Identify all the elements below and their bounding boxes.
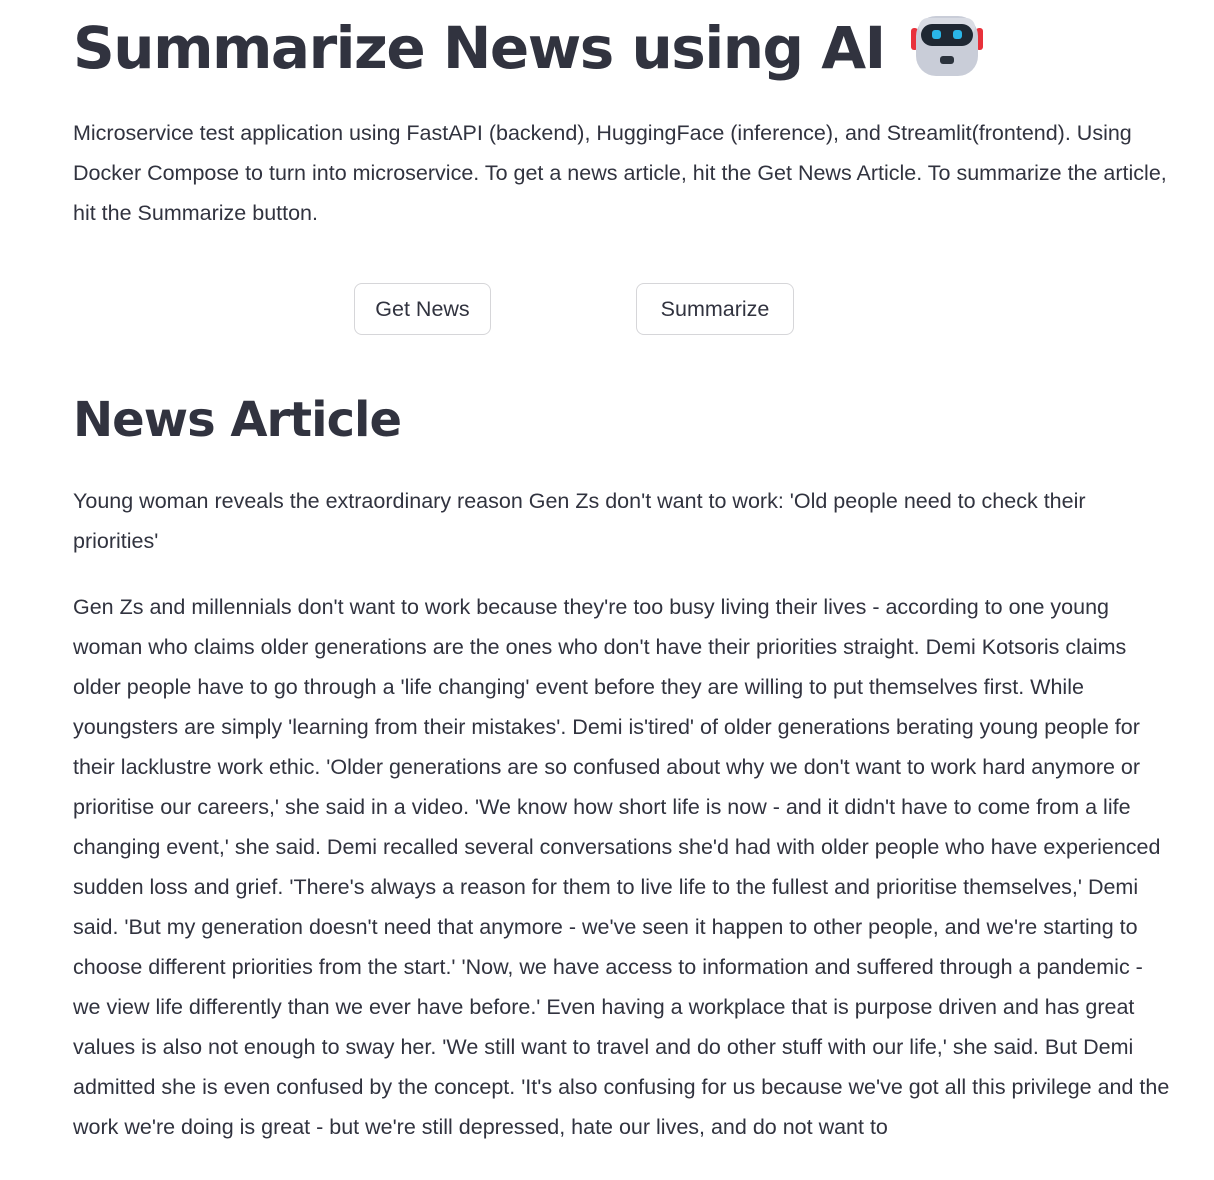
intro-description: Microservice test application using Fast… [73,121,1167,225]
article-body: Gen Zs and millennials don't want to wor… [73,595,1170,1139]
title-row: Summarize News using AI [73,8,983,88]
get-news-button[interactable]: Get News [354,283,491,335]
summarize-button[interactable]: Summarize [636,283,794,335]
article-headline: Young woman reveals the extraordinary re… [73,489,1086,553]
news-article-heading: News Article [73,392,402,448]
page-title: Summarize News using AI [73,14,886,82]
robot-icon [910,14,983,78]
